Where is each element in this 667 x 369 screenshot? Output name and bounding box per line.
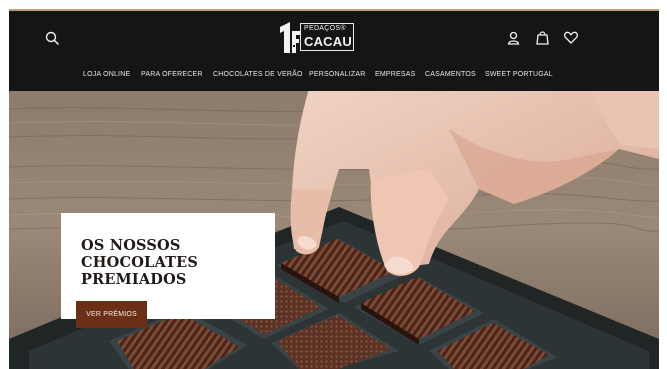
- header-bar: PEDAÇOS® CACAU LOJA ONLINE PARA OFERECER…: [9, 9, 659, 91]
- nav-item-casamentos[interactable]: CASAMENTOS: [425, 71, 476, 78]
- nav-item-personalizar[interactable]: PERSONALIZAR: [309, 71, 365, 78]
- bag-icon[interactable]: [536, 30, 549, 45]
- heart-icon[interactable]: [564, 31, 578, 44]
- user-icon[interactable]: [507, 31, 520, 45]
- search-icon[interactable]: [45, 31, 60, 46]
- promo-title-line: CHOCOLATES: [81, 254, 199, 271]
- main-nav: LOJA ONLINE PARA OFERECER CHOCOLATES DE …: [9, 71, 659, 85]
- nav-item-sweet-portugal[interactable]: SWEET PORTUGAL: [485, 71, 553, 78]
- logo-text-top: PEDAÇOS®: [304, 25, 346, 32]
- nav-item-empresas[interactable]: EMPRESAS: [375, 71, 416, 78]
- promo-title-line: PREMIADOS: [81, 271, 187, 288]
- ver-premios-button[interactable]: VER PRÉMIOS: [76, 301, 147, 328]
- logo-mark-icon: [280, 22, 300, 53]
- nav-item-para-oferecer[interactable]: PARA OFERECER: [141, 71, 203, 78]
- brand-logo[interactable]: PEDAÇOS® CACAU: [276, 19, 356, 55]
- nav-item-chocolates-de-verao[interactable]: CHOCOLATES DE VERÃO: [213, 71, 303, 78]
- promo-title: OS NOSSOS CHOCOLATES PREMIADOS: [81, 237, 261, 288]
- logo-text-bottom: CACAU: [304, 34, 352, 49]
- promo-title-line: OS NOSSOS: [81, 237, 181, 254]
- nav-item-loja-online[interactable]: LOJA ONLINE: [83, 71, 130, 78]
